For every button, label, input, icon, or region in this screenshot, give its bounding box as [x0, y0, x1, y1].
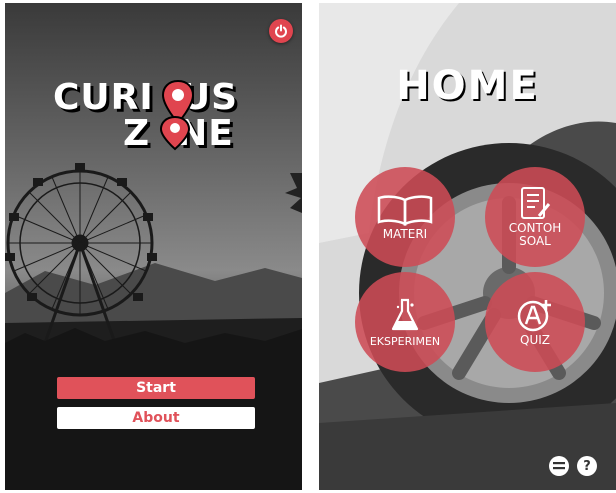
- a-plus-grade-icon: [517, 299, 551, 331]
- power-button[interactable]: [269, 19, 293, 43]
- checklist-icon: [521, 187, 551, 219]
- menu-contoh-soal-label: CONTOH SOAL: [508, 221, 562, 248]
- menu-button[interactable]: [549, 456, 569, 476]
- book-icon: [377, 194, 433, 226]
- page-title: HOME: [396, 63, 539, 109]
- logo-title-line1: CURI US: [53, 77, 238, 118]
- flask-icon: [391, 298, 419, 330]
- start-button[interactable]: Start: [57, 377, 255, 399]
- location-pin-icon: [159, 115, 191, 151]
- menu-eksperimen-button[interactable]: EKSPERIMEN: [355, 272, 455, 372]
- menu-quiz-button[interactable]: QUIZ: [485, 272, 585, 372]
- menu-quiz-label: QUIZ: [520, 332, 550, 347]
- power-icon: [275, 24, 287, 38]
- splash-screen: CURI US Z NE Start About: [5, 3, 302, 490]
- menu-contoh-soal-button[interactable]: CONTOH SOAL: [485, 167, 585, 267]
- menu-eksperimen-label: EKSPERIMEN: [369, 334, 441, 348]
- menu-materi-button[interactable]: MATERI: [355, 167, 455, 267]
- about-button[interactable]: About: [57, 407, 255, 429]
- menu-materi-label: MATERI: [382, 226, 428, 241]
- menu-icon: [553, 462, 565, 470]
- help-button[interactable]: ?: [577, 456, 597, 476]
- help-icon: ?: [583, 458, 591, 474]
- home-screen: HOME MATERI CONTOH SOAL EKSPERIMEN QUIZ …: [319, 3, 616, 490]
